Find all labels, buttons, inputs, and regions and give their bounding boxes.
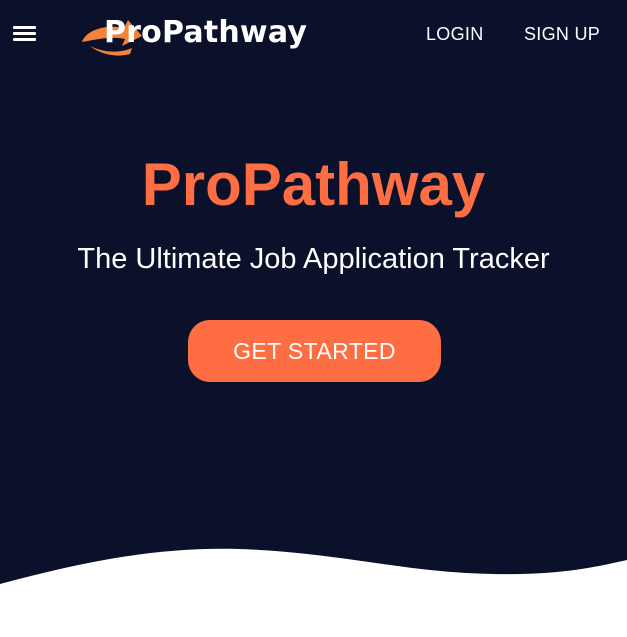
get-started-button[interactable]: GET STARTED bbox=[188, 320, 441, 382]
landing-page: ProPathway LOGIN SIGN UP ProPathway The … bbox=[0, 0, 627, 637]
wave-divider bbox=[0, 548, 627, 637]
hero-title: ProPathway bbox=[141, 151, 486, 218]
brand-logo[interactable]: ProPathway bbox=[80, 12, 320, 56]
top-navbar: ProPathway LOGIN SIGN UP bbox=[0, 0, 627, 66]
signup-link[interactable]: SIGN UP bbox=[524, 24, 600, 45]
hamburger-menu-icon[interactable] bbox=[13, 24, 36, 42]
logo-text: ProPathway bbox=[104, 15, 308, 50]
login-link[interactable]: LOGIN bbox=[426, 24, 484, 45]
hero-subtitle: The Ultimate Job Application Tracker bbox=[77, 243, 550, 275]
